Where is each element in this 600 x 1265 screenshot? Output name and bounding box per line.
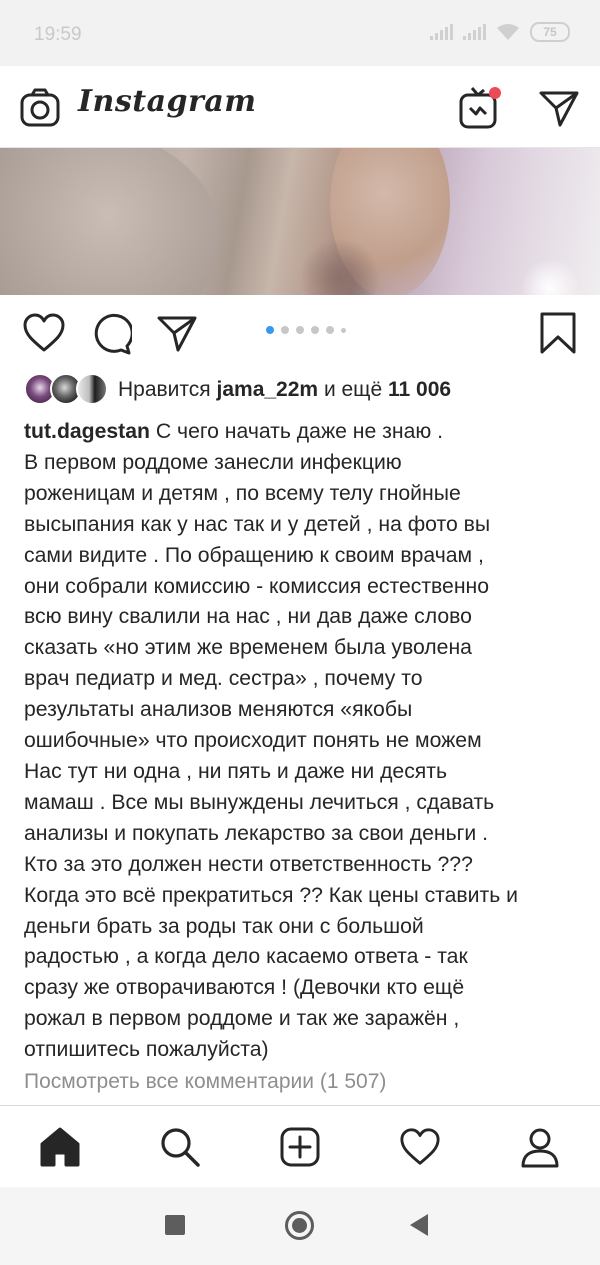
status-time: 19:59 <box>34 24 82 45</box>
igtv-icon[interactable] <box>458 86 502 130</box>
signal-icon <box>463 24 486 40</box>
caption-username[interactable]: tut.dagestan <box>24 420 150 443</box>
post-photo[interactable] <box>0 148 600 295</box>
add-post-icon[interactable] <box>279 1126 321 1168</box>
likes-row[interactable]: Нравится jama_22m и ещё 11 006 <box>24 373 584 407</box>
post-actions <box>0 305 600 365</box>
share-icon[interactable] <box>156 313 198 353</box>
carousel-dot <box>281 326 289 334</box>
carousel-dot <box>311 326 319 334</box>
home-button[interactable] <box>285 1211 314 1240</box>
carousel-dot <box>341 327 346 333</box>
back-button[interactable] <box>410 1214 428 1236</box>
status-icons: 75 <box>430 22 570 42</box>
likes-prefix: Нравится <box>118 378 211 401</box>
system-nav-bar <box>0 1187 600 1265</box>
post-caption: tut.dagestan С чего начать даже не знаю … <box>24 417 584 1066</box>
search-icon[interactable] <box>159 1126 201 1168</box>
likes-text: Нравится jama_22m и ещё 11 006 <box>118 378 451 402</box>
comment-icon[interactable] <box>90 313 132 355</box>
liker-username[interactable]: jama_22m <box>217 378 319 401</box>
avatar <box>76 373 108 405</box>
status-bar: 19:59 75 <box>0 0 600 66</box>
liker-avatars <box>24 373 108 407</box>
battery-icon: 75 <box>530 22 570 42</box>
carousel-dot <box>296 326 304 334</box>
profile-icon[interactable] <box>519 1126 561 1168</box>
carousel-dot <box>266 326 274 334</box>
view-all-comments-link[interactable]: Посмотреть все комментарии (1 507) <box>24 1070 386 1094</box>
signal-icon <box>430 24 453 40</box>
carousel-dot <box>326 326 334 334</box>
likes-middle: и ещё <box>323 378 383 401</box>
home-icon[interactable] <box>39 1126 81 1168</box>
activity-icon[interactable] <box>399 1126 441 1168</box>
bookmark-icon[interactable] <box>538 311 578 355</box>
wifi-icon <box>497 24 519 40</box>
carousel-indicator <box>266 326 346 334</box>
notification-dot <box>489 87 501 99</box>
app-header: Instagram <box>0 66 600 148</box>
caption-text: С чего начать даже не знаю . В первом ро… <box>24 420 518 1062</box>
bottom-nav <box>0 1105 600 1187</box>
likes-count[interactable]: 11 006 <box>388 378 451 401</box>
instagram-logo: Instagram <box>78 84 257 119</box>
camera-icon[interactable] <box>20 88 60 128</box>
heart-icon[interactable] <box>22 313 66 353</box>
recents-button[interactable] <box>165 1215 185 1235</box>
direct-icon[interactable] <box>538 88 580 128</box>
